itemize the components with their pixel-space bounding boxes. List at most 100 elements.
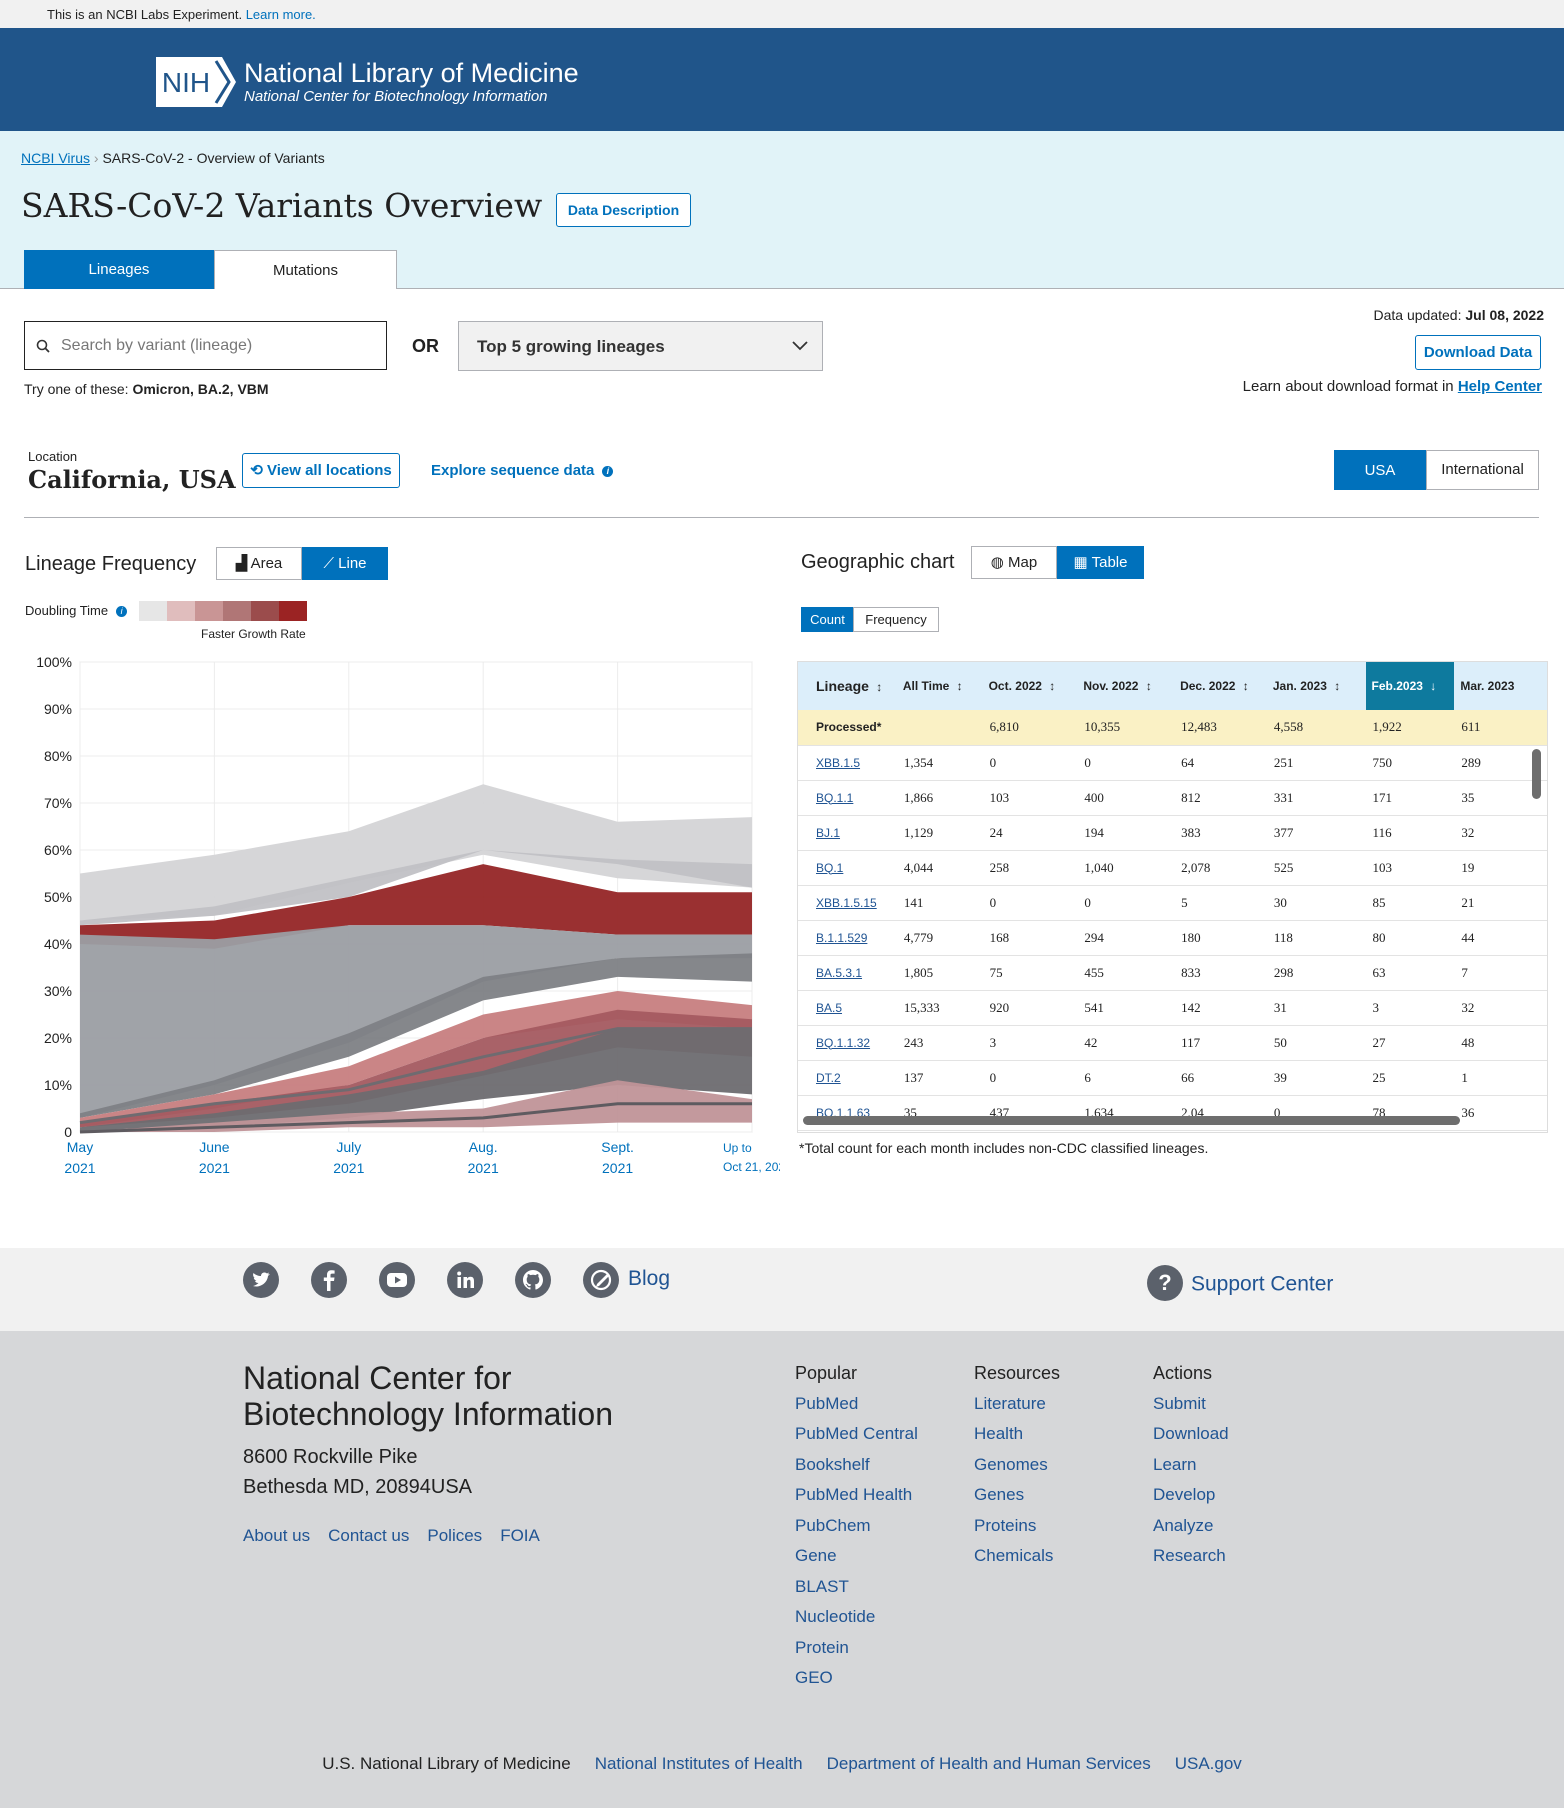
footer-link[interactable]: Nucleotide xyxy=(795,1602,918,1633)
processed-cell: 6,810 xyxy=(982,710,1078,746)
lineage-link[interactable]: XBB.1.5.15 xyxy=(816,896,877,910)
nlm-link[interactable]: U.S. National Library of Medicine xyxy=(322,1754,571,1773)
column-header[interactable]: Oct. 2022 ↕ xyxy=(982,662,1078,710)
count-cell: 63 xyxy=(1365,955,1455,991)
map-mode-button[interactable]: ◍ Map xyxy=(971,546,1057,579)
tab-mutations[interactable]: Mutations xyxy=(214,250,397,289)
footer-link[interactable]: Health xyxy=(974,1419,1060,1450)
column-header[interactable]: Jan. 2023 ↕ xyxy=(1266,662,1366,710)
column-header[interactable]: Lineage ↕ xyxy=(798,662,897,710)
breadcrumb-root-link[interactable]: NCBI Virus xyxy=(21,150,90,166)
lineage-link[interactable]: XBB.1.5 xyxy=(816,756,860,770)
footer-link[interactable]: Download xyxy=(1153,1419,1229,1450)
linkedin-icon[interactable] xyxy=(447,1262,483,1298)
help-center-link[interactable]: Help Center xyxy=(1458,378,1542,395)
footer-link[interactable]: Develop xyxy=(1153,1480,1229,1511)
lineage-link[interactable]: BA.5.3.1 xyxy=(816,966,862,980)
table-mode-button[interactable]: ▦ Table xyxy=(1057,546,1144,579)
lineage-link[interactable]: BA.5 xyxy=(816,1001,842,1015)
footer-link[interactable]: PubChem xyxy=(795,1511,918,1542)
footer-link[interactable]: Protein xyxy=(795,1633,918,1664)
count-cell: 3 xyxy=(1365,990,1455,1026)
area-mode-button[interactable]: ▟ Area xyxy=(216,547,302,580)
sort-icon[interactable]: ↕ xyxy=(953,679,963,693)
footer-link[interactable]: Research xyxy=(1153,1541,1229,1572)
count-cell: 0 xyxy=(982,1060,1078,1096)
sort-icon[interactable]: ↕ xyxy=(1331,679,1340,693)
count-cell: 5 xyxy=(1174,885,1267,921)
search-input[interactable]: Search by variant (lineage) xyxy=(24,321,387,370)
try-values[interactable]: Omicron, BA.2, VBM xyxy=(132,381,268,397)
table-row: BQ.1.1.32 243 3 42 117 50 27 48 xyxy=(798,1025,1547,1061)
column-header[interactable]: Feb.2023 ↓ xyxy=(1365,662,1455,710)
info-icon[interactable]: i xyxy=(602,466,614,477)
usa-toggle[interactable]: USA xyxy=(1334,450,1426,490)
contact-us-link[interactable]: Contact us xyxy=(328,1526,409,1545)
column-header[interactable]: Nov. 2022 ↕ xyxy=(1077,662,1175,710)
nih-logo[interactable]: NIH xyxy=(156,57,236,107)
footer-link[interactable]: Proteins xyxy=(974,1511,1060,1542)
blog-icon[interactable] xyxy=(583,1262,619,1298)
github-icon[interactable] xyxy=(515,1262,551,1298)
lineage-link[interactable]: BJ.1 xyxy=(816,826,840,840)
nih-link[interactable]: National Institutes of Health xyxy=(595,1754,803,1773)
y-tick-label: 10% xyxy=(44,1077,72,1093)
hhs-link[interactable]: Department of Health and Human Services xyxy=(827,1754,1151,1773)
column-header[interactable]: Dec. 2022 ↕ xyxy=(1174,662,1267,710)
column-header[interactable]: All Time ↕ xyxy=(896,662,983,710)
footer-link[interactable]: Bookshelf xyxy=(795,1450,918,1481)
about-us-link[interactable]: About us xyxy=(243,1526,310,1545)
footer-link[interactable]: Genes xyxy=(974,1480,1060,1511)
footer-link[interactable]: Submit xyxy=(1153,1389,1229,1420)
lineage-link[interactable]: BQ.1 xyxy=(816,861,843,875)
count-metric-button[interactable]: Count xyxy=(801,607,854,632)
sort-desc-icon[interactable]: ↓ xyxy=(1427,679,1436,693)
view-all-locations-button[interactable]: ⟲ View all locations xyxy=(242,453,400,488)
table-vertical-scrollbar[interactable] xyxy=(1532,749,1541,799)
usagov-link[interactable]: USA.gov xyxy=(1175,1754,1242,1773)
lineage-link[interactable]: DT.2 xyxy=(816,1071,841,1085)
header-title[interactable]: National Library of Medicine xyxy=(244,58,579,89)
address-line: Bethesda MD, 20894USA xyxy=(243,1476,473,1498)
data-description-button[interactable]: Data Description xyxy=(556,193,691,227)
footer-link[interactable]: Analyze xyxy=(1153,1511,1229,1542)
sort-icon[interactable]: ↕ xyxy=(1142,679,1152,693)
international-toggle[interactable]: International xyxy=(1426,450,1539,490)
footer-link[interactable]: BLAST xyxy=(795,1572,918,1603)
line-mode-button[interactable]: ⟋ Line xyxy=(302,547,388,580)
footer-link[interactable]: Genomes xyxy=(974,1450,1060,1481)
download-data-button[interactable]: Download Data xyxy=(1415,335,1541,370)
footer-link[interactable]: Learn xyxy=(1153,1450,1229,1481)
youtube-icon[interactable] xyxy=(379,1262,415,1298)
policies-link[interactable]: Polices xyxy=(427,1526,482,1545)
info-icon[interactable]: i xyxy=(116,606,128,617)
labs-learn-more-link[interactable]: Learn more. xyxy=(246,7,316,22)
sort-icon[interactable]: ↕ xyxy=(1046,679,1055,693)
column-header[interactable]: Mar. 2023 xyxy=(1454,662,1547,710)
lineage-link[interactable]: B.1.1.529 xyxy=(816,931,867,945)
sort-icon[interactable]: ↕ xyxy=(873,680,882,694)
sort-icon[interactable]: ↕ xyxy=(1239,679,1249,693)
tab-lineages[interactable]: Lineages xyxy=(24,250,214,289)
blog-link[interactable]: Blog xyxy=(628,1267,670,1291)
footer-link[interactable]: Gene xyxy=(795,1541,918,1572)
footer-link[interactable]: GEO xyxy=(795,1663,918,1694)
facebook-icon[interactable] xyxy=(311,1262,347,1298)
footer-link[interactable]: Chemicals xyxy=(974,1541,1060,1572)
count-cell: 32 xyxy=(1454,990,1547,1026)
support-center-link[interactable]: ? Support Center xyxy=(1147,1265,1333,1303)
footer-link[interactable]: Literature xyxy=(974,1389,1060,1420)
lineage-preset-select[interactable]: Top 5 growing lineages xyxy=(458,321,823,371)
lineage-link[interactable]: BQ.1.1.32 xyxy=(816,1036,870,1050)
frequency-metric-button[interactable]: Frequency xyxy=(853,607,939,632)
foia-link[interactable]: FOIA xyxy=(500,1526,540,1545)
lineage-link[interactable]: BQ.1.1 xyxy=(816,791,853,805)
twitter-icon[interactable] xyxy=(243,1262,279,1298)
explore-sequence-link[interactable]: Explore sequence data i xyxy=(431,462,614,479)
footer-org-name: National Center for Biotechnology Informa… xyxy=(243,1360,613,1432)
table-horizontal-scrollbar[interactable] xyxy=(803,1116,1460,1125)
footer-link[interactable]: PubMed Central xyxy=(795,1419,918,1450)
lineage-frequency-chart[interactable]: 0 10% 20% 30% 40% 50% 60% 70% 80% 90% 100% May 2021 J… xyxy=(20,650,780,1185)
footer-link[interactable]: PubMed xyxy=(795,1389,918,1420)
footer-link[interactable]: PubMed Health xyxy=(795,1480,918,1511)
